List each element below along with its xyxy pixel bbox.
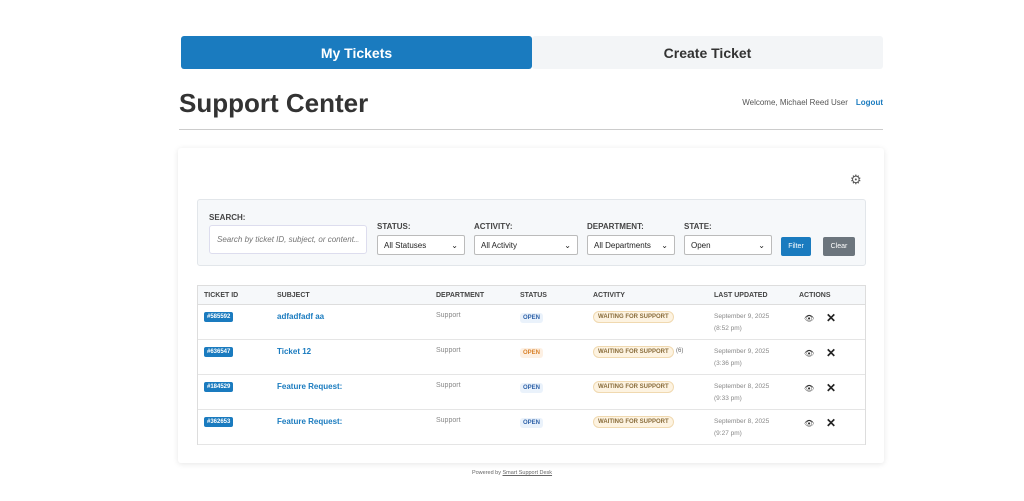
- ticket-id-badge[interactable]: #184529: [204, 382, 234, 392]
- updated-time: (9:27 pm): [714, 430, 742, 437]
- last-updated: September 9, 2025 (8:52 pm): [714, 311, 769, 335]
- activity-label: ACTIVITY:: [474, 222, 513, 231]
- updated-time: (3:36 pm): [714, 360, 742, 367]
- activity-badge: WAITING FOR SUPPORT: [593, 416, 674, 428]
- last-updated: September 9, 2025 (3:36 pm): [714, 346, 769, 370]
- ticket-id-badge[interactable]: #362653: [204, 417, 234, 427]
- ticket-department: Support: [436, 382, 461, 389]
- header-activity: ACTIVITY: [593, 292, 625, 299]
- ticket-department: Support: [436, 312, 461, 319]
- ticket-subject-link[interactable]: Feature Request:: [277, 417, 342, 426]
- ticket-subject-link[interactable]: Feature Request:: [277, 382, 342, 391]
- close-icon[interactable]: ✕: [826, 381, 836, 395]
- chevron-down-icon: ⌄: [758, 241, 765, 250]
- welcome-text: Welcome, Michael Reed User: [742, 98, 848, 107]
- tickets-table: TICKET ID SUBJECT DEPARTMENT STATUS ACTI…: [197, 285, 866, 445]
- ticket-department: Support: [436, 347, 461, 354]
- divider: [179, 129, 883, 130]
- user-info: Welcome, Michael Reed User Logout: [742, 98, 883, 107]
- department-value: All Departments: [594, 241, 651, 250]
- updated-date: September 9, 2025: [714, 348, 770, 355]
- search-label: SEARCH:: [209, 213, 246, 222]
- footer-text: Powered by: [471, 470, 501, 476]
- page-title: Support Center: [179, 88, 369, 118]
- state-value: Open: [691, 241, 711, 250]
- header-actions: ACTIONS: [799, 292, 831, 299]
- filter-panel: SEARCH: STATUS: All Statuses⌄ ACTIVITY: …: [197, 199, 866, 266]
- clear-button[interactable]: Clear: [823, 237, 855, 256]
- eye-icon[interactable]: 👁: [804, 419, 814, 428]
- updated-date: September 8, 2025: [714, 418, 770, 425]
- updated-time: (9:33 pm): [714, 395, 742, 402]
- gear-icon[interactable]: ⚙: [850, 172, 862, 188]
- ticket-department: Support: [436, 417, 461, 424]
- activity-select[interactable]: All Activity ⌄: [474, 235, 578, 255]
- last-updated: September 8, 2025 (9:27 pm): [714, 416, 769, 440]
- eye-icon[interactable]: 👁: [804, 384, 814, 393]
- header-last-updated: LAST UPDATED: [714, 292, 768, 299]
- status-value: All Statuses: [384, 241, 427, 250]
- status-select[interactable]: All Statuses ⌄: [377, 235, 465, 255]
- header-department: DEPARTMENT: [436, 292, 485, 299]
- ticket-subject-link[interactable]: Ticket 12: [277, 347, 311, 356]
- filter-button[interactable]: Filter: [781, 237, 811, 256]
- close-icon[interactable]: ✕: [826, 346, 836, 360]
- table-row: #362653 Feature Request: Support OPEN WA…: [198, 410, 865, 445]
- activity-value: All Activity: [481, 241, 518, 250]
- logout-link[interactable]: Logout: [856, 98, 883, 107]
- table-row: #636547 Ticket 12 Support OPEN WAITING F…: [198, 340, 865, 375]
- status-badge: OPEN: [520, 418, 544, 428]
- footer-link[interactable]: Smart Support Desk: [503, 470, 553, 476]
- header-subject: SUBJECT: [277, 292, 310, 299]
- eye-icon[interactable]: 👁: [804, 314, 814, 323]
- ticket-id-badge[interactable]: #585592: [204, 312, 234, 322]
- chevron-down-icon: ⌄: [451, 241, 458, 250]
- department-label: DEPARTMENT:: [587, 222, 644, 231]
- tab-my-tickets[interactable]: My Tickets: [181, 36, 532, 69]
- status-label: STATUS:: [377, 222, 411, 231]
- chevron-down-icon: ⌄: [564, 241, 571, 250]
- close-icon[interactable]: ✕: [826, 416, 836, 430]
- last-updated: September 8, 2025 (9:33 pm): [714, 381, 769, 405]
- ticket-id-badge[interactable]: #636547: [204, 347, 234, 357]
- state-label: STATE:: [684, 222, 712, 231]
- footer: Powered by Smart Support Desk: [0, 470, 1024, 476]
- header-status: STATUS: [520, 292, 547, 299]
- chevron-down-icon: ⌄: [661, 241, 668, 250]
- activity-count: (6): [676, 348, 684, 354]
- tab-bar: My Tickets Create Ticket: [181, 36, 883, 69]
- state-select[interactable]: Open ⌄: [684, 235, 772, 255]
- status-badge: OPEN: [520, 313, 544, 323]
- activity-badge: WAITING FOR SUPPORT: [593, 311, 674, 323]
- search-input[interactable]: [209, 225, 367, 254]
- table-row: #184529 Feature Request: Support OPEN WA…: [198, 375, 865, 410]
- updated-time: (8:52 pm): [714, 325, 742, 332]
- tab-create-ticket[interactable]: Create Ticket: [532, 36, 883, 69]
- eye-icon[interactable]: 👁: [804, 349, 814, 358]
- close-icon[interactable]: ✕: [826, 311, 836, 325]
- tickets-card: ⚙ SEARCH: STATUS: All Statuses ⌄ ACTIVITY…: [178, 148, 884, 463]
- ticket-subject-link[interactable]: adfadfadf aa: [277, 312, 324, 321]
- activity-badge: WAITING FOR SUPPORT: [593, 381, 674, 393]
- activity-badge: WAITING FOR SUPPORT: [593, 346, 674, 358]
- department-select[interactable]: All Departments ⌄: [587, 235, 675, 255]
- header-ticket-id: TICKET ID: [204, 292, 239, 299]
- table-header: TICKET ID SUBJECT DEPARTMENT STATUS ACTI…: [198, 286, 865, 305]
- status-badge: OPEN: [520, 383, 544, 393]
- status-badge: OPEN: [520, 348, 544, 358]
- table-row: #585592 adfadfadf aa Support OPEN WAITIN…: [198, 305, 865, 340]
- updated-date: September 8, 2025: [714, 383, 770, 390]
- updated-date: September 9, 2025: [714, 313, 770, 320]
